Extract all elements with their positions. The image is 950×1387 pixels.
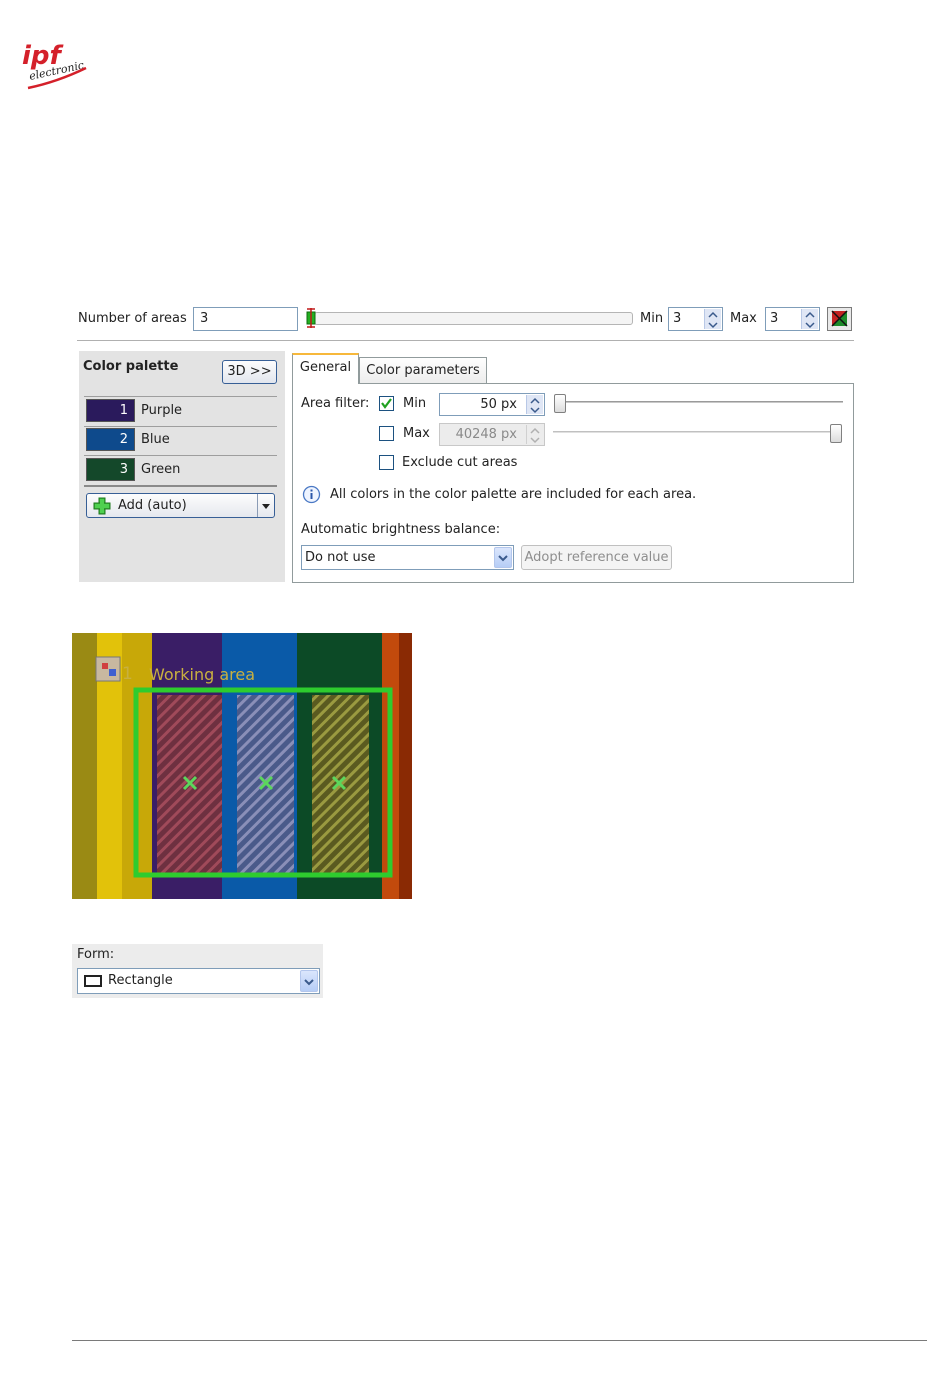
camera-image[interactable]: 1 Working area (72, 633, 412, 899)
number-of-areas-slider[interactable] (314, 312, 633, 325)
number-of-areas-label: Number of areas (78, 311, 187, 326)
working-area-index: 1 (122, 664, 133, 684)
palette-item-blue[interactable]: 2 Blue (86, 428, 276, 452)
brightness-balance-value: Do not use (305, 550, 376, 565)
chevron-down-icon[interactable] (257, 494, 274, 517)
separator (77, 340, 854, 341)
spin-arrows-icon[interactable] (526, 425, 543, 444)
tab-color-parameters[interactable]: Color parameters (359, 357, 487, 384)
info-icon (302, 485, 321, 504)
max-area-spinner[interactable]: 40248 px (439, 423, 545, 446)
rectangle-icon (84, 975, 102, 987)
max-area-value: 40248 px (455, 427, 517, 442)
color-swatch: 3 (86, 458, 135, 481)
chevron-down-icon[interactable] (300, 970, 318, 992)
brightness-balance-select[interactable]: Do not use (301, 545, 514, 570)
max-area-slider-thumb[interactable] (830, 424, 842, 443)
min-area-spinner[interactable]: 50 px (439, 393, 545, 416)
ipf-logo: ipf electronic (22, 41, 87, 90)
max-spinner[interactable]: 3 (765, 307, 820, 331)
brightness-balance-label: Automatic brightness balance: (301, 522, 501, 537)
max-spinner-value: 3 (770, 311, 779, 326)
working-area-label: Working area (149, 665, 255, 684)
min-filter-label: Min (403, 396, 427, 411)
separator (84, 455, 277, 456)
min-spinner-value: 3 (673, 311, 682, 326)
plus-icon (93, 497, 111, 515)
form-select-value: Rectangle (108, 973, 173, 988)
chevron-down-icon[interactable] (494, 547, 512, 568)
max-label: Max (730, 311, 757, 326)
separator (84, 396, 277, 397)
palette-item-label: Blue (141, 432, 170, 447)
number-of-areas-input[interactable]: 3 (193, 307, 298, 331)
form-select[interactable]: Rectangle (77, 968, 320, 994)
footer-rule (72, 1340, 927, 1341)
color-swatch: 2 (86, 428, 135, 451)
min-area-value: 50 px (480, 397, 517, 412)
separator (84, 485, 277, 487)
tab-general[interactable]: General (292, 353, 359, 384)
form-label: Form: (77, 947, 115, 962)
min-area-slider-thumb[interactable] (554, 394, 566, 413)
separator (84, 426, 277, 427)
max-filter-checkbox[interactable] (379, 426, 394, 441)
spin-arrows-icon[interactable] (704, 309, 721, 329)
exclude-cut-areas-label: Exclude cut areas (402, 455, 518, 470)
color-swatch: 1 (86, 399, 135, 422)
area-filter-label: Area filter: (301, 396, 370, 411)
exclude-cut-areas-checkbox[interactable] (379, 455, 394, 470)
min-area-slider[interactable] (556, 401, 843, 403)
info-text: All colors in the color palette are incl… (330, 487, 697, 502)
color-split-button[interactable] (827, 307, 852, 331)
add-auto-label: Add (auto) (118, 498, 187, 513)
max-area-slider[interactable] (553, 431, 837, 433)
spin-arrows-icon[interactable] (526, 395, 543, 414)
adopt-reference-value-button[interactable]: Adopt reference value (521, 545, 672, 570)
palette-item-label: Green (141, 462, 181, 477)
min-label: Min (640, 311, 664, 326)
3d-button[interactable]: 3D >> (222, 360, 277, 384)
add-auto-button[interactable]: Add (auto) (86, 493, 275, 518)
color-palette-panel: Color palette 3D >> 1 Purple 2 Blue 3 Gr… (79, 351, 285, 582)
slider-thumb[interactable] (305, 308, 317, 328)
min-spinner[interactable]: 3 (668, 307, 723, 331)
working-area-icon (95, 656, 121, 682)
spin-arrows-icon[interactable] (801, 309, 818, 329)
palette-item-label: Purple (141, 403, 183, 418)
color-split-icon (831, 310, 848, 327)
max-filter-label: Max (403, 426, 430, 441)
form-panel: Form: Rectangle (72, 944, 323, 998)
min-filter-checkbox[interactable] (379, 396, 394, 411)
palette-item-green[interactable]: 3 Green (86, 458, 276, 482)
palette-item-purple[interactable]: 1 Purple (86, 399, 276, 423)
color-palette-title: Color palette (83, 359, 179, 374)
checkmark-icon (381, 398, 392, 409)
